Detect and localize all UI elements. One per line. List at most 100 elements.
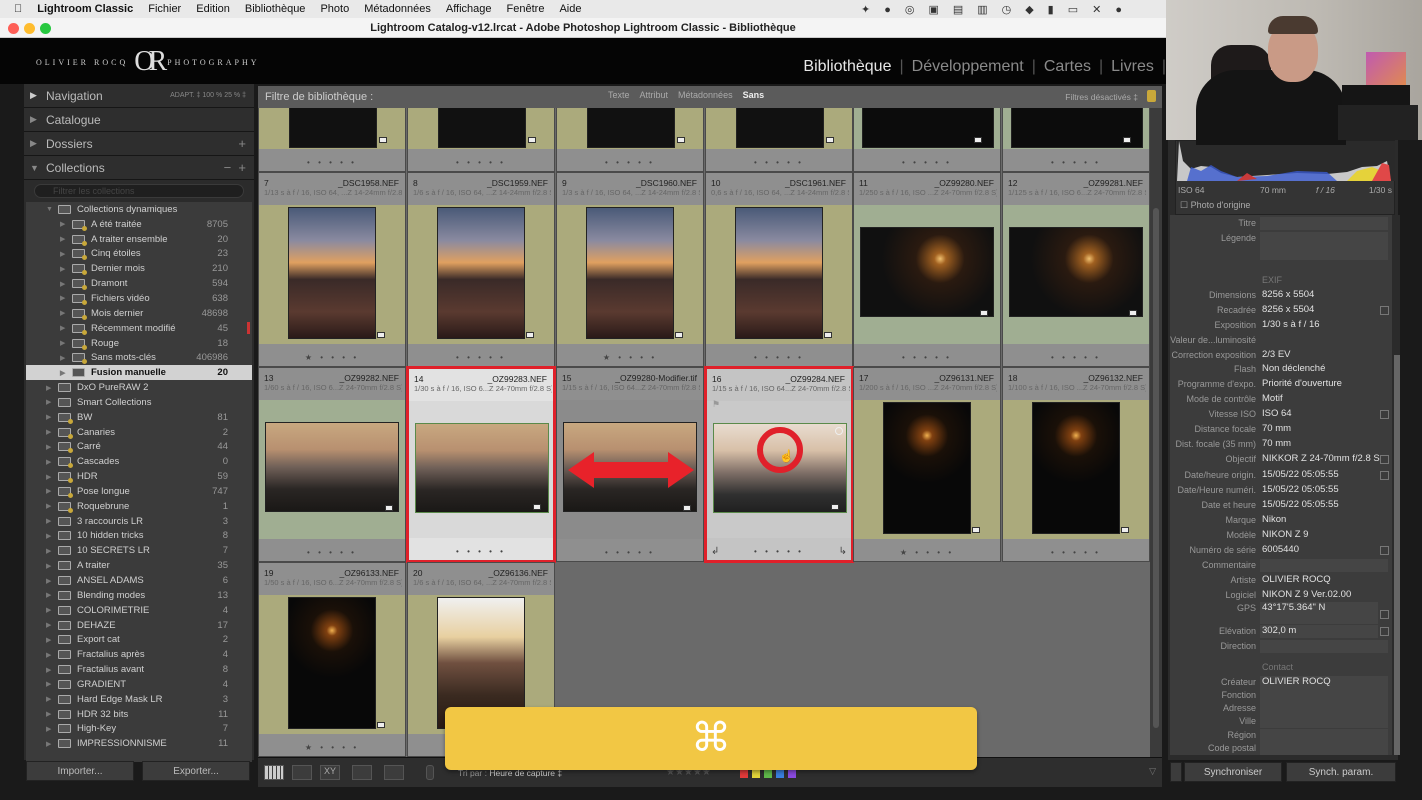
grid-cell[interactable]: 19 _OZ96133.NEF 1/50 s à f / 16, ISO 6...Z…: [258, 562, 406, 757]
metadata-field[interactable]: [1260, 559, 1388, 572]
rating-dots[interactable]: • • • • •: [259, 158, 405, 167]
expand-icon[interactable]: ▶: [46, 502, 58, 510]
collection-item[interactable]: ▶ High-Key 7: [26, 722, 252, 737]
flag-icon[interactable]: ⚑: [712, 399, 720, 410]
expand-icon[interactable]: ▶: [46, 695, 58, 703]
rating-stars[interactable]: • • • • •: [854, 353, 1000, 362]
rating-stars[interactable]: • • • • •: [259, 548, 405, 557]
thumbnail[interactable]: [860, 227, 994, 317]
color-label-filter[interactable]: [764, 770, 772, 778]
menu-fichier[interactable]: Fichier: [148, 3, 181, 15]
rating-stars[interactable]: • • • • •: [1003, 548, 1149, 557]
original-photo-checkbox[interactable]: ☐ Photo d'origine: [1180, 200, 1250, 211]
expand-icon[interactable]: ▶: [60, 220, 72, 228]
thumbnail[interactable]: [735, 207, 823, 339]
loupe-view-icon[interactable]: [292, 765, 312, 780]
rating-stars[interactable]: • • • • •: [408, 353, 554, 362]
color-label-filter[interactable]: [740, 770, 748, 778]
color-label-filter[interactable]: [788, 770, 796, 778]
collection-item[interactable]: ▶ Fichiers vidéo 638: [26, 291, 252, 306]
toolbar-menu-icon[interactable]: ▽: [1149, 766, 1156, 777]
collections-search-input[interactable]: Filtrer les collections: [34, 184, 244, 198]
thumbnail[interactable]: [289, 108, 377, 148]
close-window-icon[interactable]: [8, 23, 19, 34]
collection-item[interactable]: ▶ Mois dernier 48698: [26, 306, 252, 321]
grid-cell-partial[interactable]: • • • • •: [407, 108, 555, 172]
rating-dots[interactable]: • • • • •: [854, 158, 1000, 167]
painter-icon[interactable]: [426, 765, 434, 780]
collection-item[interactable]: ▶ A été traitée 8705: [26, 217, 252, 232]
thumbnail[interactable]: [883, 402, 971, 534]
grid-cell-partial[interactable]: • • • • •: [556, 108, 704, 172]
grid-cell[interactable]: 7 _DSC1958.NEF 1/13 s à f / 16, ISO 64, ..…: [258, 172, 406, 367]
metadata-field[interactable]: [1260, 715, 1388, 728]
grid-cell[interactable]: 12 _OZ99281.NEF 1/125 s à f / 16, ISO 6...…: [1002, 172, 1150, 367]
grid-cell[interactable]: 13 _OZ99282.NEF 1/60 s à f / 16, ISO 6...Z…: [258, 367, 406, 562]
rating-dots[interactable]: • • • • •: [557, 158, 703, 167]
metadata-scrollbar[interactable]: [1394, 215, 1400, 755]
collection-item[interactable]: ▶ DEHAZE 17: [26, 618, 252, 633]
collection-item[interactable]: ▼ Collections dynamiques: [26, 202, 252, 217]
add-remove-collection-icons[interactable]: − +: [224, 160, 246, 175]
filter-metadonnees[interactable]: Métadonnées: [678, 90, 733, 100]
collection-item[interactable]: ▶ 10 SECRETS LR 7: [26, 543, 252, 558]
collection-item[interactable]: ▶ BW 81: [26, 410, 252, 425]
collection-item[interactable]: ▶ A traiter 35: [26, 558, 252, 573]
module-bibliotheque[interactable]: Bibliothèque: [803, 58, 891, 76]
collection-item[interactable]: ▶ GRADIENT 4: [26, 677, 252, 692]
collection-item[interactable]: ▶ Sans mots-clés 406986: [26, 350, 252, 365]
menu-fenetre[interactable]: Fenêtre: [507, 3, 545, 15]
expand-icon[interactable]: ▶: [46, 636, 58, 644]
auto-sync-toggle[interactable]: [1170, 762, 1182, 782]
collection-item[interactable]: ▶ Hard Edge Mask LR 3: [26, 692, 252, 707]
menu-aide[interactable]: Aide: [559, 3, 581, 15]
grid-cell-partial[interactable]: • • • • •: [258, 108, 406, 172]
expand-icon[interactable]: ▶: [46, 666, 58, 674]
expand-icon[interactable]: ▶: [46, 725, 58, 733]
survey-view-icon[interactable]: [352, 765, 372, 780]
metadata-action-icon[interactable]: [1380, 306, 1389, 315]
expand-icon[interactable]: ▶: [60, 265, 72, 273]
filter-texte[interactable]: Texte: [608, 90, 630, 100]
grid-cell-partial[interactable]: • • • • •: [1002, 108, 1150, 172]
collections-panel-header[interactable]: ▼ Collections − +: [24, 156, 254, 180]
grid-view-icon[interactable]: [264, 765, 284, 780]
export-button[interactable]: Exporter...: [142, 761, 250, 781]
expand-icon[interactable]: ▶: [60, 354, 72, 362]
expand-icon[interactable]: ▶: [60, 324, 72, 332]
grid-cell[interactable]: 11 _OZ99280.NEF 1/250 s à f / 16, ISO ...Z…: [853, 172, 1001, 367]
collection-item[interactable]: ▶ Pose longue 747: [26, 484, 252, 499]
expand-icon[interactable]: ▶: [60, 339, 72, 347]
filter-sans[interactable]: Sans: [743, 90, 765, 100]
expand-icon[interactable]: ▶: [46, 443, 58, 451]
collection-item[interactable]: ▶ HDR 32 bits 11: [26, 707, 252, 722]
thumbnail[interactable]: [415, 423, 549, 513]
thumbnail[interactable]: [288, 207, 376, 339]
add-folder-icon[interactable]: +: [238, 136, 246, 151]
metadata-action-icon[interactable]: [1380, 455, 1389, 464]
expand-icon[interactable]: ▶: [46, 547, 58, 555]
zoom-window-icon[interactable]: [40, 23, 51, 34]
expand-icon[interactable]: ▶: [46, 413, 58, 421]
thumbnail[interactable]: [1032, 402, 1120, 534]
expand-icon[interactable]: ▶: [46, 562, 58, 570]
metadata-field[interactable]: [1260, 729, 1388, 742]
catalogue-panel-header[interactable]: ▶ Catalogue: [24, 108, 254, 132]
menu-bibliotheque[interactable]: Bibliothèque: [245, 3, 306, 15]
lock-icon[interactable]: [1147, 90, 1156, 102]
collection-item[interactable]: ▶ COLORIMETRIE 4: [26, 603, 252, 618]
collection-item[interactable]: ▶ HDR 59: [26, 469, 252, 484]
filter-attribut[interactable]: Attribut: [640, 90, 669, 100]
expand-icon[interactable]: ▶: [60, 280, 72, 288]
thumbnail[interactable]: [265, 422, 399, 512]
metadata-value[interactable]: 43°17'5.364" N: [1262, 602, 1325, 613]
minimize-window-icon[interactable]: [24, 23, 35, 34]
rating-stars[interactable]: • • • • •: [706, 353, 852, 362]
metadata-field[interactable]: [1260, 640, 1388, 653]
menu-photo[interactable]: Photo: [320, 3, 349, 15]
collection-item[interactable]: ▶ Export cat 2: [26, 632, 252, 647]
expand-icon[interactable]: ▶: [46, 680, 58, 688]
collection-item[interactable]: ▶ DxO PureRAW 2: [26, 380, 252, 395]
grid-cell-partial[interactable]: • • • • •: [705, 108, 853, 172]
collection-item[interactable]: ▶ Dramont 594: [26, 276, 252, 291]
